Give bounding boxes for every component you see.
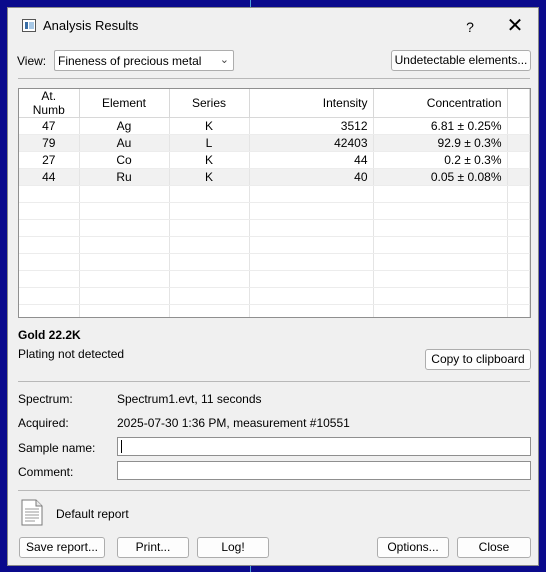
empty-row	[19, 253, 530, 271]
empty-row	[19, 304, 530, 317]
close-window-button[interactable]: ✕	[502, 14, 528, 38]
divider	[18, 490, 530, 491]
sample-name-label: Sample name:	[18, 441, 96, 455]
column-header-at-numb[interactable]: At. Numb	[19, 89, 80, 118]
save-report-button[interactable]: Save report...	[19, 537, 105, 558]
view-label: View:	[17, 54, 47, 68]
close-button[interactable]: Close	[457, 537, 531, 558]
acquired-label: Acquired:	[18, 416, 69, 430]
table-row[interactable]: 47 Ag K 3512 6.81 ± 0.25%	[19, 117, 530, 135]
document-icon	[21, 499, 43, 526]
result-title: Gold 22.2K	[18, 328, 81, 342]
empty-row	[19, 236, 530, 254]
cell-element: Ru	[79, 168, 170, 186]
cell-concentration: 6.81 ± 0.25%	[373, 117, 508, 135]
cell-series: K	[169, 168, 250, 186]
window-title: Analysis Results	[43, 18, 139, 33]
title-bar: Analysis Results ? ✕	[8, 8, 538, 44]
table-header-row: At. Numb Element Series Intensity Concen…	[19, 89, 530, 118]
log-button[interactable]: Log!	[197, 537, 269, 558]
empty-row	[19, 287, 530, 305]
spectrum-value: Spectrum1.evt, 11 seconds	[117, 392, 262, 406]
results-table[interactable]: At. Numb Element Series Intensity Concen…	[18, 88, 531, 318]
empty-row	[19, 270, 530, 288]
cell-element: Au	[79, 134, 170, 152]
options-button[interactable]: Options...	[377, 537, 449, 558]
empty-row	[19, 219, 530, 237]
cell-intensity: 40	[249, 168, 374, 186]
cell-concentration: 0.2 ± 0.3%	[373, 151, 508, 169]
print-button[interactable]: Print...	[117, 537, 189, 558]
cell-series: K	[169, 117, 250, 135]
table-row[interactable]: 44 Ru K 40 0.05 ± 0.08%	[19, 168, 530, 186]
report-name: Default report	[56, 507, 129, 521]
cell-intensity: 42403	[249, 134, 374, 152]
help-button[interactable]: ?	[458, 16, 482, 38]
divider	[18, 78, 530, 79]
comment-field[interactable]	[117, 461, 531, 480]
cell-series: K	[169, 151, 250, 169]
spectrum-label: Spectrum:	[18, 392, 73, 406]
cell-at-numb: 27	[19, 151, 80, 169]
sample-name-field[interactable]	[117, 437, 531, 456]
acquired-value: 2025-07-30 1:36 PM, measurement #10551	[117, 416, 350, 430]
comment-label: Comment:	[18, 465, 74, 479]
table-row[interactable]: 27 Co K 44 0.2 ± 0.3%	[19, 151, 530, 169]
empty-row	[19, 185, 530, 203]
cell-element: Co	[79, 151, 170, 169]
cell-at-numb: 44	[19, 168, 80, 186]
divider	[18, 381, 530, 382]
column-header-element[interactable]: Element	[79, 89, 170, 118]
analysis-results-dialog: Analysis Results ? ✕ View: Fineness of p…	[7, 7, 539, 566]
plating-status: Plating not detected	[18, 347, 125, 361]
copy-to-clipboard-button[interactable]: Copy to clipboard	[425, 349, 531, 370]
text-caret	[121, 440, 122, 453]
undetectable-elements-button[interactable]: Undetectable elements...	[391, 50, 531, 71]
view-select[interactable]: Fineness of precious metal ⌄	[54, 50, 234, 71]
column-header-series[interactable]: Series	[169, 89, 250, 118]
cell-at-numb: 79	[19, 134, 80, 152]
cell-element: Ag	[79, 117, 170, 135]
view-select-value: Fineness of precious metal	[58, 54, 202, 68]
app-icon	[22, 19, 36, 32]
column-header-concentration[interactable]: Concentration	[373, 89, 508, 118]
column-header-filler	[507, 89, 530, 118]
cell-concentration: 0.05 ± 0.08%	[373, 168, 508, 186]
cell-intensity: 44	[249, 151, 374, 169]
cell-concentration: 92.9 ± 0.3%	[373, 134, 508, 152]
cell-at-numb: 47	[19, 117, 80, 135]
chevron-down-icon: ⌄	[219, 54, 229, 66]
table-row[interactable]: 79 Au L 42403 92.9 ± 0.3%	[19, 134, 530, 152]
cell-series: L	[169, 134, 250, 152]
empty-row	[19, 202, 530, 220]
cell-intensity: 3512	[249, 117, 374, 135]
column-header-intensity[interactable]: Intensity	[249, 89, 374, 118]
